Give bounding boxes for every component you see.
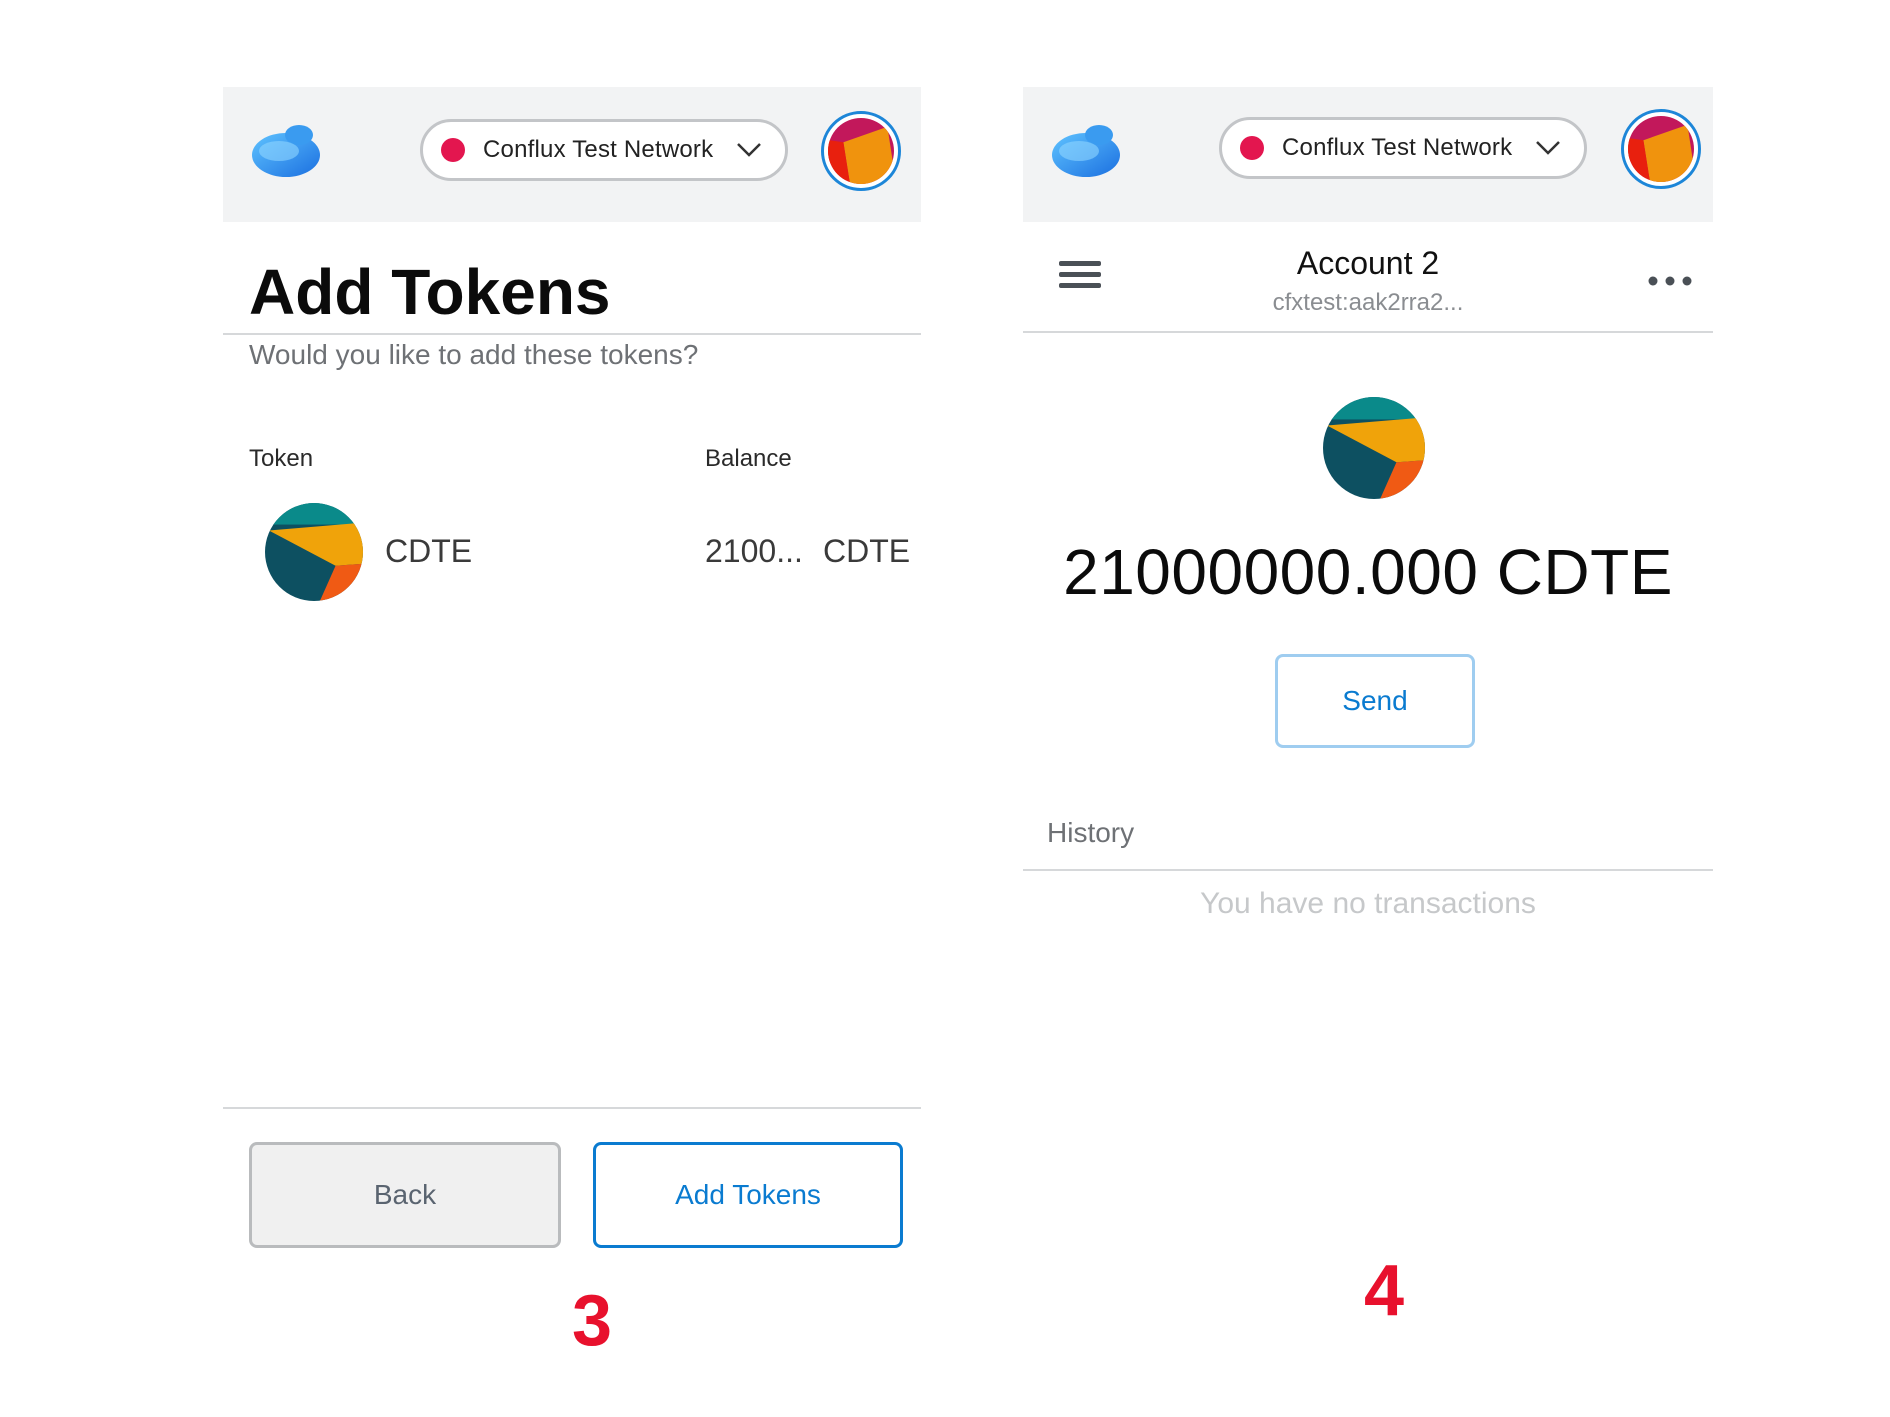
account-avatar-icon (1628, 116, 1694, 182)
network-status-dot (1240, 136, 1264, 160)
account-avatar[interactable] (1621, 109, 1701, 189)
empty-transactions-message: You have no transactions (1200, 887, 1536, 920)
more-options-icon[interactable] (1647, 275, 1693, 287)
balance-column-header: Balance (705, 445, 792, 472)
send-button[interactable]: Send (1275, 654, 1475, 748)
token-balance-symbol: CDTE (823, 533, 911, 569)
chevron-down-icon (737, 143, 761, 157)
conflux-logo-icon[interactable] (1049, 117, 1123, 181)
conflux-logo-icon[interactable] (249, 117, 323, 181)
network-selector[interactable]: Conflux Test Network (420, 119, 788, 181)
add-tokens-screen: Conflux Test Network Add Tokens Would yo… (223, 87, 921, 1248)
divider (1023, 331, 1713, 333)
divider (223, 333, 921, 335)
network-label: Conflux Test Network (1282, 134, 1513, 161)
history-label: History (1047, 817, 1135, 848)
step-label: 4 (1364, 1251, 1405, 1331)
network-status-dot (441, 138, 465, 162)
header-bar: Conflux Test Network (223, 87, 921, 222)
account-address[interactable]: cfxtest:aak2rra2... (1023, 289, 1713, 317)
back-button[interactable]: Back (249, 1142, 561, 1248)
page-title: Add Tokens (249, 256, 611, 328)
token-icon (265, 503, 363, 601)
token-symbol: CDTE (385, 533, 473, 569)
step-label: 3 (572, 1281, 613, 1361)
account-avatar-icon (828, 118, 894, 184)
header-bar: Conflux Test Network (1023, 87, 1713, 222)
token-balance: 21000000.000 CDTE (1063, 536, 1673, 608)
token-icon (1323, 397, 1425, 499)
add-tokens-button[interactable]: Add Tokens (593, 1142, 903, 1248)
token-balance: 2100... (705, 533, 803, 569)
network-selector[interactable]: Conflux Test Network (1219, 117, 1587, 179)
account-token-screen: Conflux Test Network Account 2 cfxtest:a… (1023, 87, 1713, 1237)
token-column-header: Token (249, 445, 314, 472)
account-name[interactable]: Account 2 (1023, 245, 1713, 282)
history-divider (1023, 869, 1713, 871)
network-label: Conflux Test Network (483, 136, 714, 163)
footer-divider (223, 1107, 921, 1109)
page-subtitle: Would you like to add these tokens? (249, 339, 699, 370)
account-avatar[interactable] (821, 111, 901, 191)
chevron-down-icon (1536, 141, 1560, 155)
